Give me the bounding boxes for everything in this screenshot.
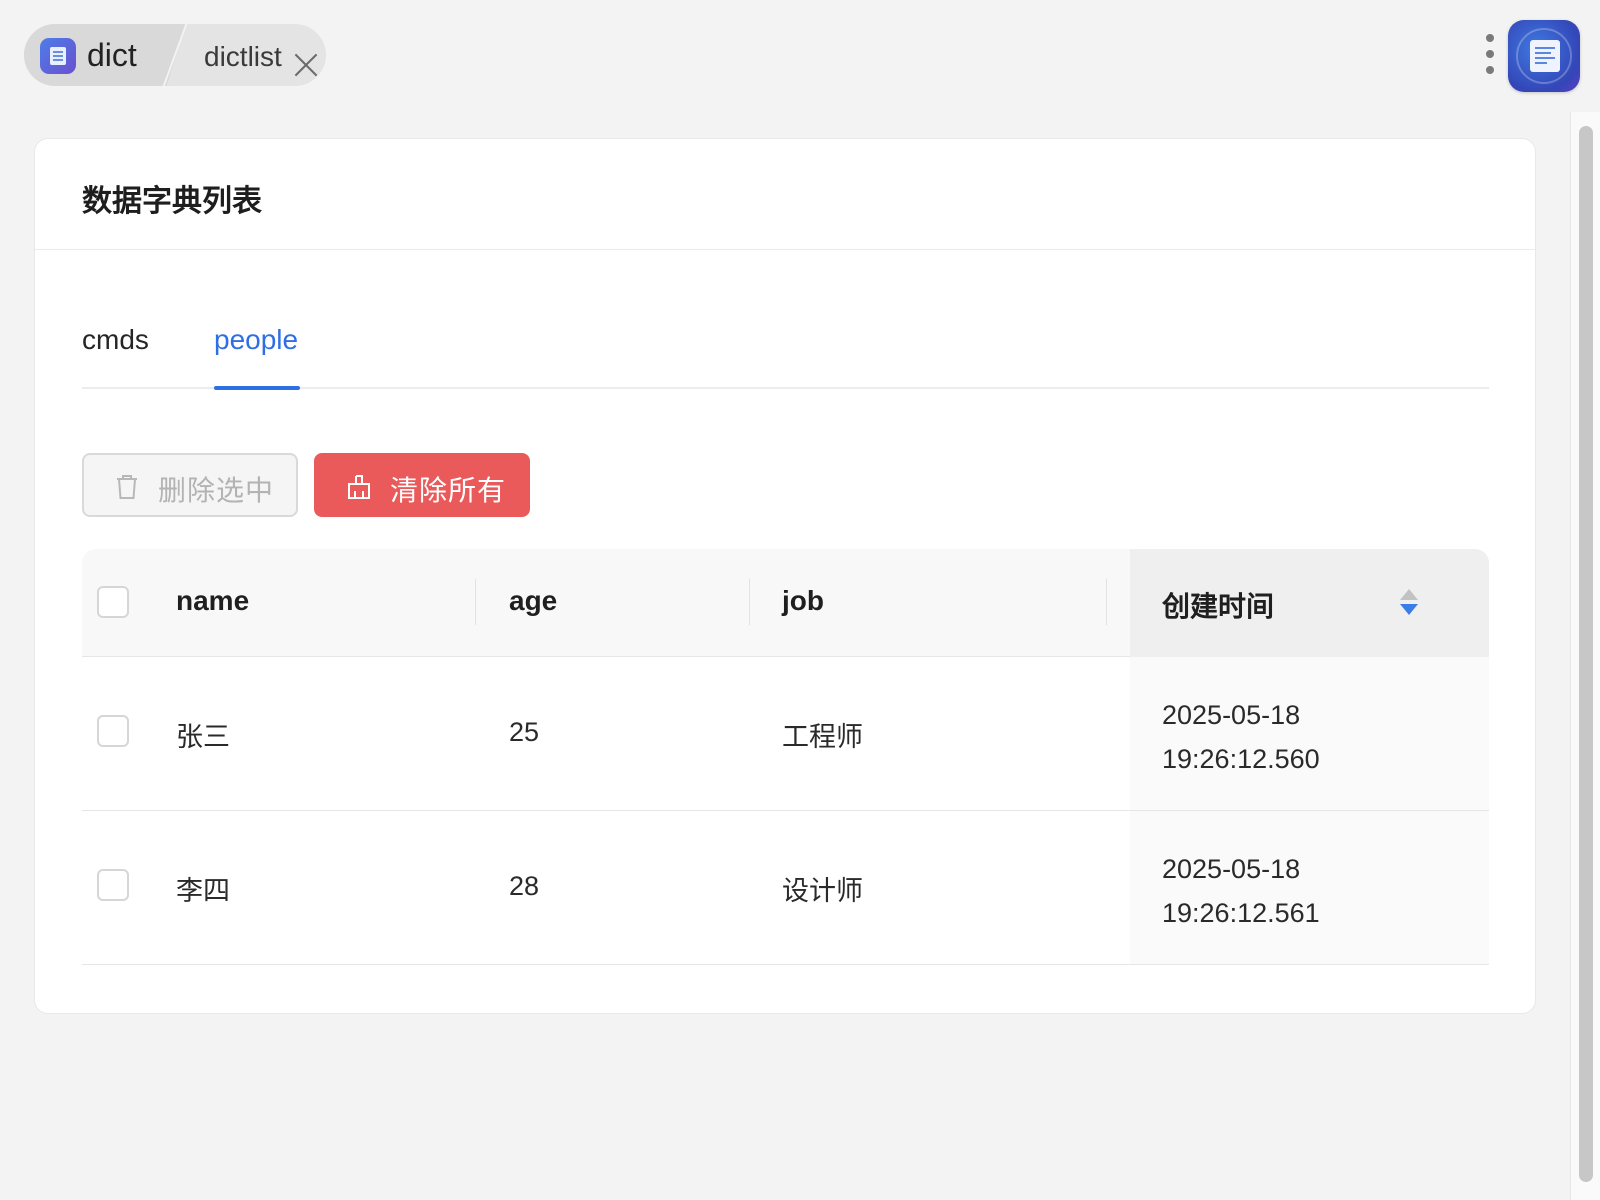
table-row[interactable]: 李四 28 设计师 2025-05-18 19:26:12.561 [82, 811, 1489, 965]
tab-people[interactable]: people [214, 324, 298, 356]
column-header-created-time[interactable]: 创建时间 [1162, 585, 1274, 625]
row-checkbox[interactable] [97, 869, 129, 901]
row-checkbox[interactable] [97, 715, 129, 747]
cell-created-time: 2025-05-18 19:26:12.560 [1162, 693, 1320, 781]
column-header-job[interactable]: job [782, 585, 824, 617]
cell-name: 李四 [176, 876, 230, 906]
breadcrumb: dict dictlist [24, 24, 326, 86]
broom-icon [348, 475, 370, 499]
cell-created-date: 2025-05-18 [1162, 854, 1301, 884]
active-tab-indicator [214, 386, 300, 390]
breadcrumb-app[interactable]: dict [24, 24, 186, 86]
app-logo-icon[interactable] [1508, 20, 1580, 92]
cell-age: 28 [509, 871, 540, 901]
clear-all-button[interactable]: 清除所有 [314, 453, 530, 517]
cell-name: 张三 [176, 722, 230, 752]
cell-created-date: 2025-05-18 [1162, 700, 1301, 730]
page-title: 数据字典列表 [82, 185, 262, 218]
clear-all-label: 清除所有 [390, 475, 507, 506]
top-bar: dict dictlist [0, 0, 1600, 110]
cell-created-clock: 19:26:12.561 [1162, 898, 1320, 928]
cell-age: 25 [509, 717, 540, 747]
cell-job: 设计师 [782, 876, 863, 906]
trash-icon [117, 475, 137, 499]
select-all-checkbox[interactable] [97, 586, 129, 618]
column-header-age[interactable]: age [509, 585, 557, 617]
vertical-scrollbar[interactable] [1570, 112, 1600, 1200]
delete-selected-button[interactable]: 删除选中 [82, 453, 298, 517]
card-header: 数据字典列表 [35, 139, 1535, 250]
cell-created-clock: 19:26:12.560 [1162, 744, 1320, 774]
close-icon[interactable] [293, 52, 319, 78]
delete-selected-label: 删除选中 [158, 475, 275, 506]
breadcrumb-page-label[interactable]: dictlist [204, 41, 282, 73]
more-vertical-icon[interactable] [1482, 32, 1498, 76]
document-icon [40, 38, 76, 74]
table-header: name age job 创建时间 [82, 549, 1489, 657]
table-row[interactable]: 张三 25 工程师 2025-05-18 19:26:12.560 [82, 657, 1489, 811]
scrollbar-thumb[interactable] [1579, 126, 1593, 1182]
tab-cmds[interactable]: cmds [82, 324, 149, 356]
sort-icon[interactable] [1400, 589, 1418, 617]
breadcrumb-app-label: dict [87, 37, 137, 73]
cell-created-time: 2025-05-18 19:26:12.561 [1162, 847, 1320, 935]
tab-bar: cmds people [82, 319, 1489, 390]
column-header-name[interactable]: name [176, 585, 249, 617]
cell-job: 工程师 [782, 722, 863, 752]
dict-list-card: 数据字典列表 cmds people 删除选中 清除所有 name age jo… [34, 138, 1536, 1014]
